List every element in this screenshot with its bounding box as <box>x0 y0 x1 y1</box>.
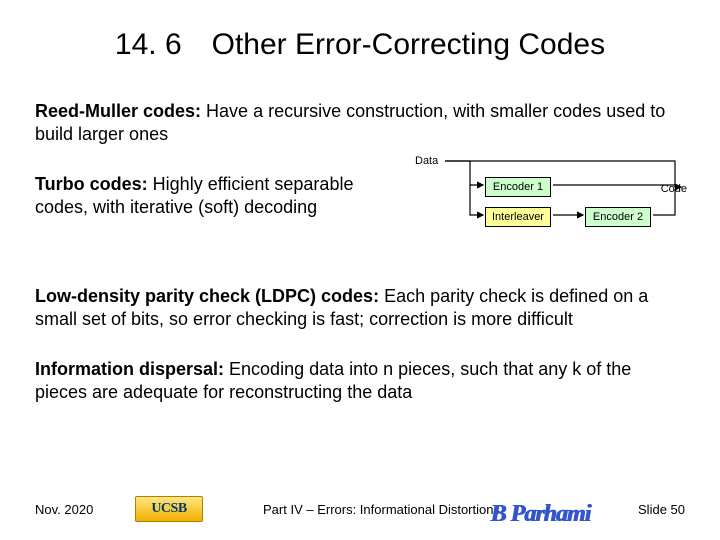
ldpc-block: Low-density parity check (LDPC) codes: E… <box>35 285 685 330</box>
reed-muller-block: Reed-Muller codes: Have a recursive cons… <box>35 100 685 145</box>
footer-slide-number: Slide 50 <box>605 502 685 517</box>
dispersal-label: Information dispersal: <box>35 359 224 379</box>
turbo-label: Turbo codes: <box>35 174 148 194</box>
slide-title: 14. 6 Other Error-Correcting Codes <box>35 28 685 62</box>
diagram-arrows <box>375 145 685 255</box>
reed-muller-label: Reed-Muller codes: <box>35 101 201 121</box>
ldpc-label: Low-density parity check (LDPC) codes: <box>35 286 379 306</box>
turbo-diagram: Data Code Encoder 1 Interleaver Encoder … <box>375 145 685 255</box>
ucsb-logo: UCSB <box>135 496 203 522</box>
footer-date: Nov. 2020 <box>35 502 135 517</box>
dispersal-block: Information dispersal: Encoding data int… <box>35 358 685 403</box>
slide-footer: Nov. 2020 UCSB Part IV – Errors: Informa… <box>0 496 720 522</box>
ucsb-logo-text: UCSB <box>135 496 203 522</box>
author-signature: B Parhami <box>490 501 590 528</box>
turbo-block: Turbo codes: Highly efficient separable … <box>35 173 375 218</box>
